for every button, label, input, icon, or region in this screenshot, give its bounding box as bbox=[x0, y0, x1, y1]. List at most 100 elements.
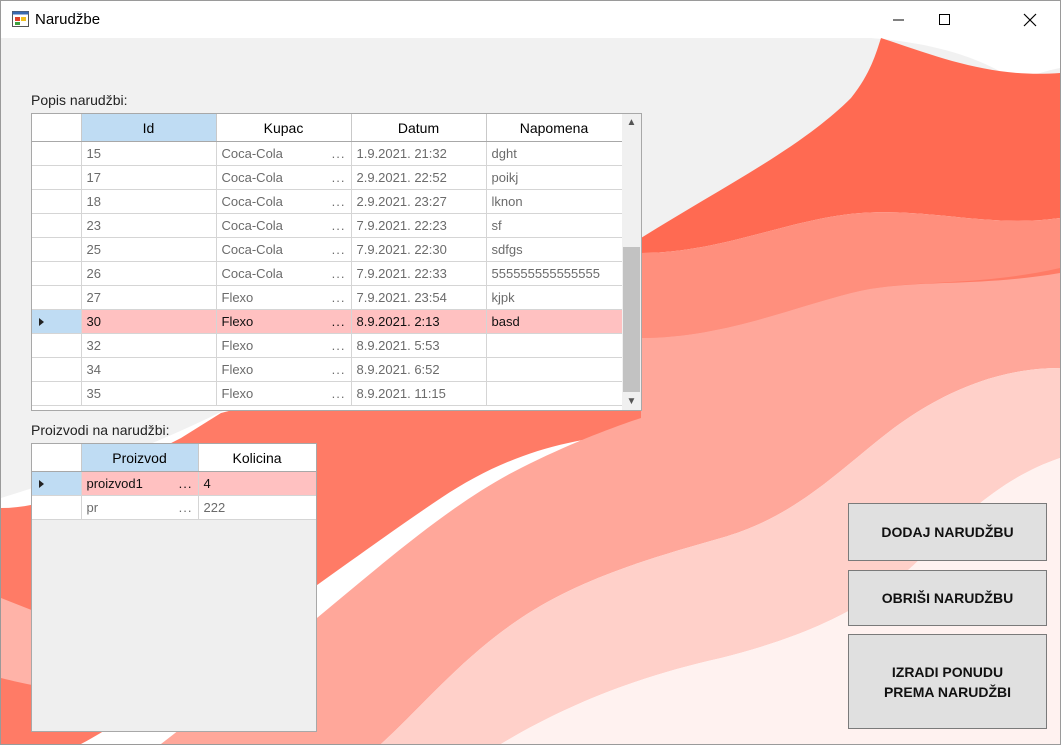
cell-napomena[interactable]: sdfgs bbox=[486, 237, 623, 262]
cell-kupac[interactable]: Coca-Cola... bbox=[216, 261, 352, 286]
cell-id[interactable]: 23 bbox=[81, 213, 217, 238]
delete-order-button[interactable]: OBRIŠI NARUDŽBU bbox=[848, 570, 1047, 626]
cell-datum[interactable]: 7.9.2021. 22:30 bbox=[351, 237, 487, 262]
cell-id[interactable]: 25 bbox=[81, 237, 217, 262]
cell-napomena[interactable]: poikj bbox=[486, 165, 623, 190]
ellipsis-button[interactable]: ... bbox=[332, 362, 346, 377]
cell-datum[interactable]: 8.9.2021. 2:13 bbox=[351, 309, 487, 334]
table-row-selected[interactable]: proizvod1... 4 bbox=[32, 471, 316, 496]
cell-proizvod[interactable]: proizvod1... bbox=[81, 471, 199, 496]
ellipsis-button[interactable]: ... bbox=[332, 386, 346, 401]
ellipsis-button[interactable]: ... bbox=[332, 170, 346, 185]
row-header[interactable] bbox=[32, 471, 82, 496]
cell-id[interactable]: 26 bbox=[81, 261, 217, 286]
table-row[interactable]: 26 Coca-Cola... 7.9.2021. 22:33 55555555555… bbox=[32, 261, 623, 286]
close-button[interactable] bbox=[1008, 1, 1052, 38]
row-header[interactable] bbox=[32, 285, 82, 310]
orders-corner-header[interactable] bbox=[32, 114, 82, 142]
add-order-button[interactable]: DODAJ NARUDŽBU bbox=[848, 503, 1047, 561]
scrollbar-thumb[interactable] bbox=[623, 247, 640, 392]
minimize-button[interactable] bbox=[876, 1, 922, 38]
cell-kupac[interactable]: Flexo... bbox=[216, 357, 352, 382]
row-header[interactable] bbox=[32, 333, 82, 358]
cell-napomena[interactable] bbox=[486, 381, 623, 406]
cell-id[interactable]: 30 bbox=[81, 309, 217, 334]
orders-column-header[interactable]: Datum bbox=[351, 114, 487, 142]
ellipsis-button[interactable]: ... bbox=[332, 242, 346, 257]
table-row[interactable]: 25 Coca-Cola... 7.9.2021. 22:30 sdfgs bbox=[32, 237, 623, 262]
products-column-header[interactable]: Proizvod bbox=[81, 444, 199, 472]
orders-column-header[interactable]: Kupac bbox=[216, 114, 352, 142]
row-header[interactable] bbox=[32, 237, 82, 262]
cell-kolicina[interactable]: 222 bbox=[198, 495, 316, 520]
cell-datum[interactable]: 8.9.2021. 6:52 bbox=[351, 357, 487, 382]
products-corner-header[interactable] bbox=[32, 444, 82, 472]
table-row[interactable]: 23 Coca-Cola... 7.9.2021. 22:23 sf bbox=[32, 213, 623, 238]
table-row[interactable]: 18 Coca-Cola... 2.9.2021. 23:27 lknon bbox=[32, 189, 623, 214]
ellipsis-button[interactable]: ... bbox=[332, 338, 346, 353]
maximize-button[interactable] bbox=[922, 1, 968, 38]
row-header[interactable] bbox=[32, 189, 82, 214]
cell-datum[interactable]: 2.9.2021. 23:27 bbox=[351, 189, 487, 214]
cell-datum[interactable]: 7.9.2021. 23:54 bbox=[351, 285, 487, 310]
cell-datum[interactable]: 8.9.2021. 11:15 bbox=[351, 381, 487, 406]
cell-datum[interactable]: 2.9.2021. 22:52 bbox=[351, 165, 487, 190]
cell-kupac[interactable]: Coca-Cola... bbox=[216, 141, 352, 166]
row-header[interactable] bbox=[32, 381, 82, 406]
orders-vertical-scrollbar[interactable]: ▲ ▼ bbox=[622, 114, 641, 410]
cell-datum[interactable]: 8.9.2021. 5:53 bbox=[351, 333, 487, 358]
cell-id[interactable]: 34 bbox=[81, 357, 217, 382]
cell-napomena[interactable]: basd bbox=[486, 309, 623, 334]
ellipsis-button[interactable]: ... bbox=[332, 146, 346, 161]
cell-kupac[interactable]: Coca-Cola... bbox=[216, 213, 352, 238]
create-offer-button[interactable]: IZRADI PONUDU PREMA NARUDŽBI bbox=[848, 634, 1047, 729]
cell-id[interactable]: 27 bbox=[81, 285, 217, 310]
cell-napomena[interactable]: dght bbox=[486, 141, 623, 166]
ellipsis-button[interactable]: ... bbox=[332, 290, 346, 305]
ellipsis-button[interactable]: ... bbox=[332, 218, 346, 233]
cell-datum[interactable]: 7.9.2021. 22:33 bbox=[351, 261, 487, 286]
cell-id[interactable]: 35 bbox=[81, 381, 217, 406]
cell-datum[interactable]: 1.9.2021. 21:32 bbox=[351, 141, 487, 166]
row-header[interactable] bbox=[32, 495, 82, 520]
cell-napomena[interactable] bbox=[486, 357, 623, 382]
cell-proizvod[interactable]: pr... bbox=[81, 495, 199, 520]
cell-napomena[interactable]: 555555555555555 bbox=[486, 261, 623, 286]
cell-napomena[interactable]: kjpk bbox=[486, 285, 623, 310]
ellipsis-button[interactable]: ... bbox=[179, 476, 193, 491]
cell-datum[interactable]: 7.9.2021. 22:23 bbox=[351, 213, 487, 238]
cell-kupac[interactable]: Coca-Cola... bbox=[216, 189, 352, 214]
cell-id[interactable]: 32 bbox=[81, 333, 217, 358]
chevron-down-icon[interactable]: ▼ bbox=[622, 393, 641, 410]
table-row-selected[interactable]: 30 Flexo... 8.9.2021. 2:13 basd bbox=[32, 309, 623, 334]
ellipsis-button[interactable]: ... bbox=[332, 266, 346, 281]
ellipsis-button[interactable]: ... bbox=[179, 500, 193, 515]
row-header[interactable] bbox=[32, 261, 82, 286]
row-header[interactable] bbox=[32, 309, 82, 334]
row-header[interactable] bbox=[32, 141, 82, 166]
row-header[interactable] bbox=[32, 213, 82, 238]
cell-kupac[interactable]: Flexo... bbox=[216, 285, 352, 310]
products-grid[interactable]: Proizvod Kolicina proizvod1... 4 pr... 222 bbox=[31, 443, 317, 732]
chevron-up-icon[interactable]: ▲ bbox=[622, 114, 641, 131]
orders-grid[interactable]: Id Kupac Datum Napomena 15 Coca-Cola... 1.… bbox=[31, 113, 642, 411]
cell-napomena[interactable]: lknon bbox=[486, 189, 623, 214]
ellipsis-button[interactable]: ... bbox=[332, 314, 346, 329]
cell-napomena[interactable] bbox=[486, 333, 623, 358]
cell-kupac[interactable]: Flexo... bbox=[216, 381, 352, 406]
cell-id[interactable]: 15 bbox=[81, 141, 217, 166]
table-row[interactable]: 15 Coca-Cola... 1.9.2021. 21:32 dght bbox=[32, 141, 623, 166]
cell-kupac[interactable]: Flexo... bbox=[216, 309, 352, 334]
ellipsis-button[interactable]: ... bbox=[332, 194, 346, 209]
table-row[interactable]: 17 Coca-Cola... 2.9.2021. 22:52 poikj bbox=[32, 165, 623, 190]
cell-id[interactable]: 18 bbox=[81, 189, 217, 214]
cell-kolicina[interactable]: 4 bbox=[198, 471, 316, 496]
table-row[interactable]: 35 Flexo... 8.9.2021. 11:15 bbox=[32, 381, 623, 406]
table-row[interactable]: pr... 222 bbox=[32, 495, 316, 520]
products-column-header[interactable]: Kolicina bbox=[198, 444, 316, 472]
orders-column-header[interactable]: Id bbox=[81, 114, 217, 142]
cell-id[interactable]: 17 bbox=[81, 165, 217, 190]
table-row[interactable]: 27 Flexo... 7.9.2021. 23:54 kjpk bbox=[32, 285, 623, 310]
row-header[interactable] bbox=[32, 357, 82, 382]
table-row[interactable]: 32 Flexo... 8.9.2021. 5:53 bbox=[32, 333, 623, 358]
